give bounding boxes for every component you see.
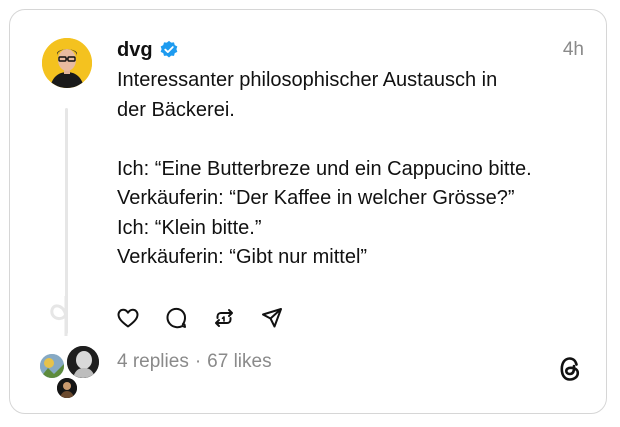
thread-curl-icon [50, 296, 68, 336]
post-line: Interessanter philosophischer Austausch … [117, 69, 498, 91]
post-timestamp: 4h [562, 39, 584, 60]
repost-icon [215, 309, 233, 327]
post-stats: 4 replies · 67 likes [117, 351, 272, 373]
avatar-portrait [42, 38, 92, 88]
author-row: dvg [117, 36, 179, 64]
reply-avatars[interactable] [36, 342, 102, 400]
reply-avatar [55, 376, 79, 400]
username[interactable]: dvg [117, 39, 153, 62]
comment-icon [166, 307, 187, 329]
repost-button[interactable] [211, 305, 237, 331]
send-icon [262, 308, 282, 328]
reply-button[interactable] [163, 305, 189, 331]
share-button[interactable] [259, 305, 285, 331]
author-avatar[interactable] [42, 38, 92, 88]
post-body: Interessanter philosophischer Austausch … [117, 66, 587, 273]
post-line-blank [117, 125, 587, 155]
verified-badge-icon [160, 40, 177, 58]
threads-logo-icon[interactable] [558, 355, 582, 383]
reply-avatar [65, 344, 101, 380]
post-line: der Bäckerei. [117, 98, 235, 121]
post-line: Ich: “Klein bitte.” [117, 216, 262, 239]
like-button[interactable] [115, 305, 141, 331]
likes-count[interactable]: 67 likes [207, 351, 271, 373]
post-line: Ich: “Eine Butterbreze und ein Cappucino… [117, 157, 532, 180]
stats-separator: · [194, 351, 202, 372]
action-bar [115, 304, 307, 332]
post-line: Verkäuferin: “Der Kaffee in welcher Grös… [117, 187, 515, 209]
replies-count[interactable]: 4 replies [117, 351, 189, 373]
heart-icon [117, 308, 139, 328]
post-line: Verkäuferin: “Gibt nur mittel” [117, 246, 368, 268]
